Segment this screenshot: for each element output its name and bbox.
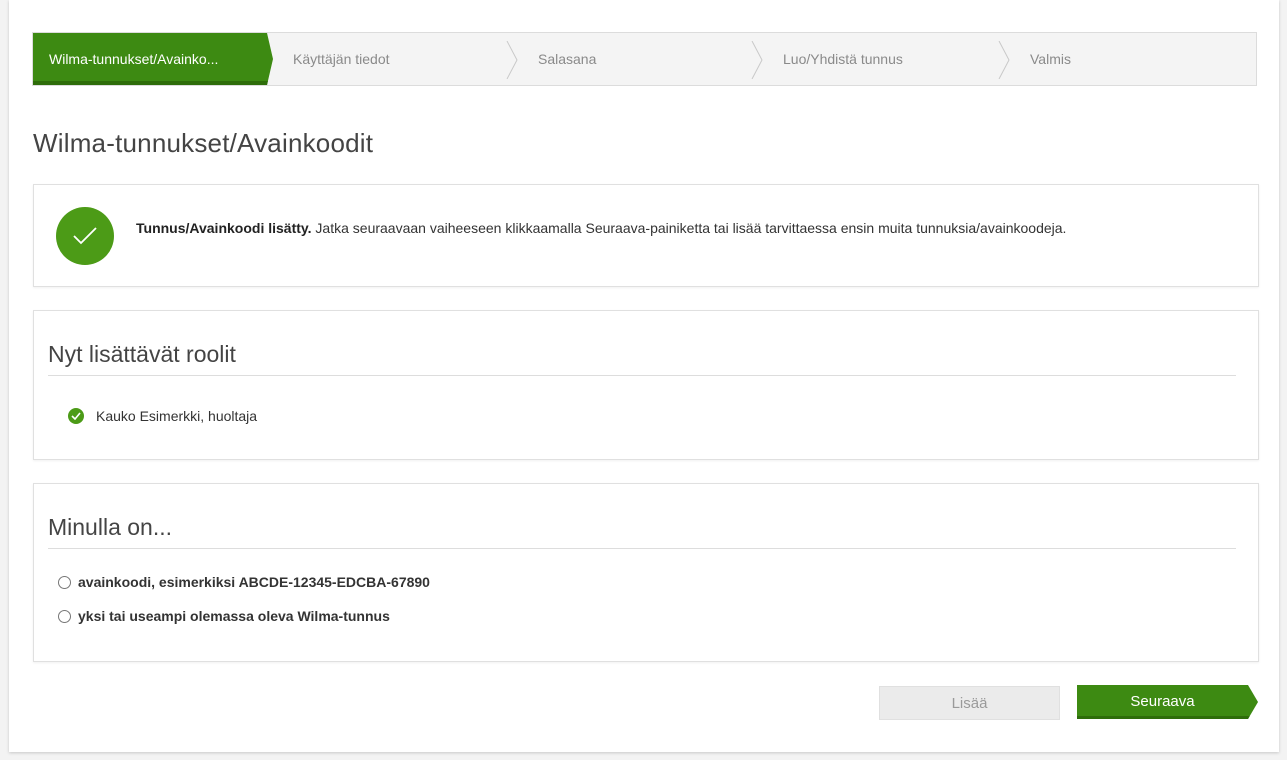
check-circle-icon: [68, 408, 84, 424]
roles-panel: Nyt lisättävät roolit Kauko Esimerkki, h…: [33, 310, 1259, 460]
role-label: Kauko Esimerkki, huoltaja: [96, 408, 258, 424]
option-key-code[interactable]: avainkoodi, esimerkiksi ABCDE-12345-EDCB…: [58, 574, 430, 590]
chevron-right-icon: [506, 41, 518, 79]
check-icon: [56, 207, 114, 265]
step-label: Luo/Yhdistä tunnus: [783, 51, 903, 67]
step-label: Valmis: [1030, 51, 1071, 67]
add-button[interactable]: Lisää: [879, 686, 1060, 720]
divider: [48, 375, 1236, 376]
option-label: yksi tai useampi olemassa oleva Wilma-tu…: [78, 608, 390, 624]
chevron-right-icon: [751, 41, 763, 79]
radio-existing-account[interactable]: [58, 609, 71, 623]
step-create-link[interactable]: Luo/Yhdistä tunnus: [763, 33, 1010, 85]
option-label: avainkoodi, esimerkiksi ABCDE-12345-EDCB…: [78, 574, 430, 590]
step-label: Käyttäjän tiedot: [293, 51, 390, 67]
wizard-stepper: Wilma-tunnukset/Avainko... Käyttäjän tie…: [32, 32, 1257, 86]
page-card: Wilma-tunnukset/Avainko... Käyttäjän tie…: [9, 0, 1279, 752]
have-heading: Minulla on...: [48, 514, 173, 540]
step-done[interactable]: Valmis: [1010, 33, 1256, 85]
divider: [48, 548, 1236, 549]
alert-message: Tunnus/Avainkoodi lisätty. Jatka seuraav…: [136, 218, 1096, 238]
step-label: Wilma-tunnukset/Avainko...: [49, 50, 219, 67]
chevron-right-icon: [998, 41, 1010, 79]
step-user-info[interactable]: Käyttäjän tiedot: [273, 33, 518, 85]
step-credentials[interactable]: Wilma-tunnukset/Avainko...: [33, 33, 273, 85]
step-password[interactable]: Salasana: [518, 33, 763, 85]
alert-body: Jatka seuraavaan vaiheeseen klikkaamalla…: [311, 220, 1067, 236]
step-label: Salasana: [538, 51, 597, 67]
alert-bold: Tunnus/Avainkoodi lisätty.: [136, 220, 312, 236]
page-title: Wilma-tunnukset/Avainkoodit: [33, 128, 374, 158]
next-button[interactable]: Seuraava: [1077, 685, 1258, 719]
radio-key-code[interactable]: [58, 575, 71, 589]
role-item: Kauko Esimerkki, huoltaja: [68, 408, 257, 424]
roles-heading: Nyt lisättävät roolit: [48, 341, 236, 367]
option-existing-account[interactable]: yksi tai useampi olemassa oleva Wilma-tu…: [58, 608, 390, 624]
success-alert: Tunnus/Avainkoodi lisätty. Jatka seuraav…: [33, 184, 1259, 287]
have-panel: Minulla on... avainkoodi, esimerkiksi AB…: [33, 483, 1259, 662]
